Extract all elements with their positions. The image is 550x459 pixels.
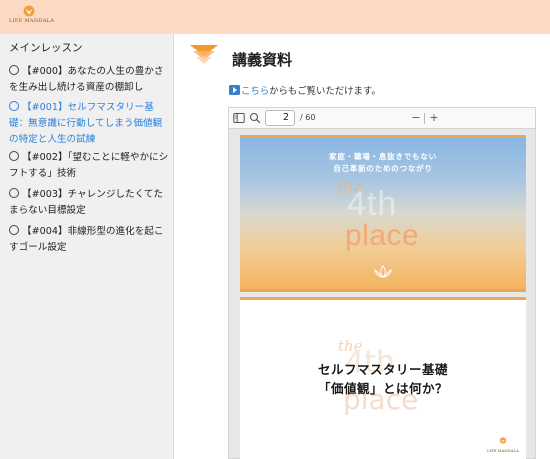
lesson-item-000[interactable]: 【#000】あなたの人生の豊かさを生み出し続ける資産の棚卸し [9,64,169,96]
alt-view-suffix: からもご覧いただけます。 [269,86,381,97]
lesson-label: 【#001】セルフマスタリー基礎：無意識に行動してしまう価値観の特定と人生の試練 [9,102,163,145]
pdf-page-2: the 4th place セルフマスタリー基礎 「価値観」とは何か？ LIFE… [240,297,526,459]
circle-icon [9,151,19,161]
mandala-icon [499,437,507,444]
slide2-title-line-2: 「価値観」とは何か？ [317,381,448,396]
slide2-logo: LIFE MANDALA [486,429,520,453]
circle-icon [9,188,19,198]
play-icon [229,85,240,95]
lesson-label: 【#000】あなたの人生の豊かさを生み出し続ける資産の棚卸し [9,66,164,93]
slide2-title-line-1: セルフマスタリー基礎 [317,362,448,377]
circle-icon [9,101,19,111]
lesson-item-003[interactable]: 【#003】チャレンジしたくてたまらない目標設定 [9,187,169,219]
page-number-input[interactable]: 2 [265,110,295,126]
sidebar-toggle-icon[interactable] [233,112,245,124]
top-header: LIFE MANDALA [0,0,550,34]
mandala-icon [23,5,35,17]
lesson-label: 【#004】非線形型の進化を起こすゴール設定 [9,226,164,253]
lesson-sidebar: メインレッスン 【#000】あなたの人生の豊かさを生み出し続ける資産の棚卸し 【… [0,34,174,459]
circle-icon [9,65,19,75]
sidebar-title: メインレッスン [9,42,83,54]
slide-bottom-bar [240,289,526,292]
pdf-toolbar: 2 / 60 − + [229,108,535,129]
zoom-in-icon[interactable]: + [428,112,440,124]
alt-view-link[interactable]: こちら [241,86,269,97]
zoom-divider [424,113,425,124]
lesson-item-004[interactable]: 【#004】非線形型の進化を起こすゴール設定 [9,224,169,256]
alt-view-line: こちらからもご覧いただけます。 [229,83,381,97]
slide-top-bar [240,297,526,300]
lesson-item-002[interactable]: 【#002】「望むことに軽やかにシフトする」技術 [9,150,169,182]
lotus-icon [374,265,392,278]
circle-icon [9,225,19,235]
life-mandala-logo[interactable]: LIFE MANDALA [9,5,55,31]
page-total: / 60 [300,113,316,122]
logo-text: LIFE MANDALA [9,18,55,24]
slide1-subtitle-2: 自己革新のためのつながり [333,164,433,173]
lesson-label: 【#002】「望むことに軽やかにシフトする」技術 [9,152,169,179]
lesson-label: 【#003】チャレンジしたくてたまらない目標設定 [9,189,164,216]
slide1-subtitle-1: 家庭・職場・息抜きでもない [329,152,437,161]
search-icon[interactable] [249,112,261,124]
slide2-logo-text: LIFE MANDALA [487,448,519,453]
slide-top-bar [240,135,526,138]
chevron-down-icon [190,45,218,64]
zoom-out-icon[interactable]: − [410,112,422,124]
slide1-place: place [345,219,420,252]
page-title: 講義資料 [232,51,293,69]
pdf-viewer[interactable]: 2 / 60 − + 家庭・職場・息抜きでもない 自己革新のためのつながり th… [228,107,536,459]
pdf-page-1: 家庭・職場・息抜きでもない 自己革新のためのつながり the 4th place [240,135,526,292]
lesson-item-001[interactable]: 【#001】セルフマスタリー基礎：無意識に行動してしまう価値観の特定と人生の試練 [9,100,169,148]
main-content: 講義資料 こちらからもご覧いただけます。 2 / 60 − + 家庭・職場・息抜… [175,34,550,459]
